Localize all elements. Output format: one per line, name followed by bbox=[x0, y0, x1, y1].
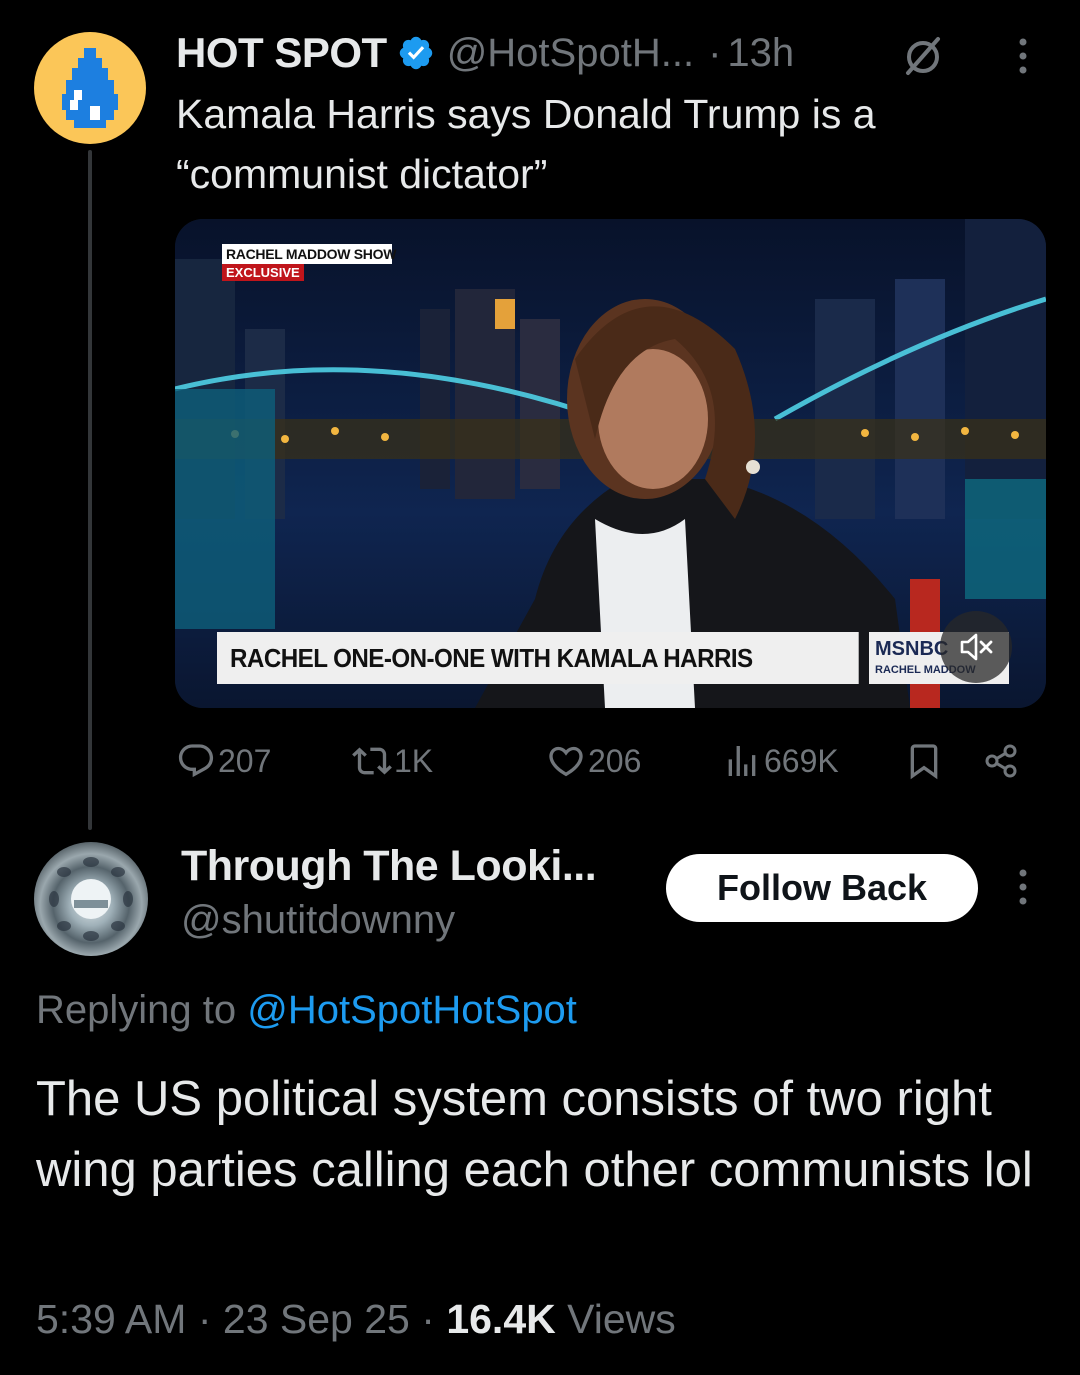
meta-separator: · bbox=[197, 1296, 212, 1342]
like-action[interactable]: 206 bbox=[546, 736, 641, 786]
reply-date[interactable]: 23 Sep 25 bbox=[223, 1296, 410, 1342]
meta-separator: · bbox=[421, 1296, 435, 1342]
repost-count: 1K bbox=[394, 742, 434, 779]
repost-icon bbox=[352, 747, 392, 775]
reply-count: 207 bbox=[218, 742, 272, 779]
thread-connector-line bbox=[88, 150, 92, 830]
grok-icon[interactable] bbox=[902, 35, 944, 77]
views-count: 669K bbox=[764, 742, 839, 779]
replying-to: Replying to @HotSpotHotSpot bbox=[36, 988, 577, 1033]
reply-time[interactable]: 5:39 AM bbox=[36, 1296, 186, 1342]
bookmark-icon bbox=[910, 744, 938, 780]
views-icon bbox=[728, 746, 756, 776]
repost-action[interactable]: 1K bbox=[352, 736, 433, 786]
reply-views-label: Views bbox=[567, 1296, 676, 1342]
replying-to-label: Replying to bbox=[36, 988, 237, 1032]
avatar-hotspot[interactable] bbox=[34, 32, 146, 144]
show-badge-title: RACHEL MADDOW SHOW bbox=[222, 244, 396, 264]
mute-button[interactable] bbox=[940, 611, 1012, 683]
video-player[interactable]: RACHEL MADDOW SHOW EXCLUSIVE RACHEL ONE-… bbox=[175, 219, 1046, 708]
follow-back-button[interactable]: Follow Back bbox=[666, 854, 978, 922]
views-action[interactable]: 669K bbox=[722, 736, 839, 786]
reply-display-name[interactable]: Through The Looki... bbox=[181, 842, 597, 891]
reply-handle[interactable]: @shutitdownny bbox=[181, 898, 455, 943]
avatar-image bbox=[49, 857, 133, 941]
more-icon[interactable] bbox=[1012, 36, 1034, 76]
display-name[interactable]: HOT SPOT bbox=[176, 29, 387, 77]
share-action[interactable] bbox=[982, 736, 1022, 786]
share-icon bbox=[985, 744, 1017, 778]
lower-third-caption: RACHEL ONE-ON-ONE WITH KAMALA HARRIS bbox=[217, 632, 859, 684]
avatar-reply-user[interactable] bbox=[34, 842, 148, 956]
like-count: 206 bbox=[588, 742, 642, 779]
tweet-header: HOT SPOT @HotSpotH... · 13h bbox=[176, 28, 794, 78]
tweet-actions: 207 1K 206 669K bbox=[176, 736, 1036, 786]
droplet-logo-icon bbox=[62, 48, 118, 128]
reply-text: The US political system consists of two … bbox=[36, 1072, 1033, 1197]
timestamp[interactable]: 13h bbox=[727, 31, 794, 76]
mute-icon bbox=[960, 633, 993, 661]
exclusive-label: EXCLUSIVE bbox=[222, 264, 304, 281]
more-icon[interactable] bbox=[1012, 867, 1034, 907]
reply-views-count: 16.4K bbox=[446, 1296, 556, 1342]
separator-dot: · bbox=[708, 30, 722, 75]
bookmark-action[interactable] bbox=[904, 736, 944, 786]
verified-badge-icon bbox=[399, 36, 432, 70]
replying-to-handle[interactable]: @HotSpotHotSpot bbox=[247, 988, 577, 1032]
reply-meta: 5:39 AM · 23 Sep 25 · 16.4K Views bbox=[36, 1296, 676, 1343]
network-logo: MSNBC bbox=[875, 638, 949, 660]
like-icon bbox=[549, 746, 583, 777]
show-badge: RACHEL MADDOW SHOW EXCLUSIVE bbox=[222, 244, 396, 282]
reply-icon bbox=[178, 744, 214, 778]
tweet-text: Kamala Harris says Donald Trump is a “co… bbox=[176, 91, 876, 197]
reply-action[interactable]: 207 bbox=[176, 736, 271, 786]
handle[interactable]: @HotSpotH... bbox=[447, 31, 694, 76]
